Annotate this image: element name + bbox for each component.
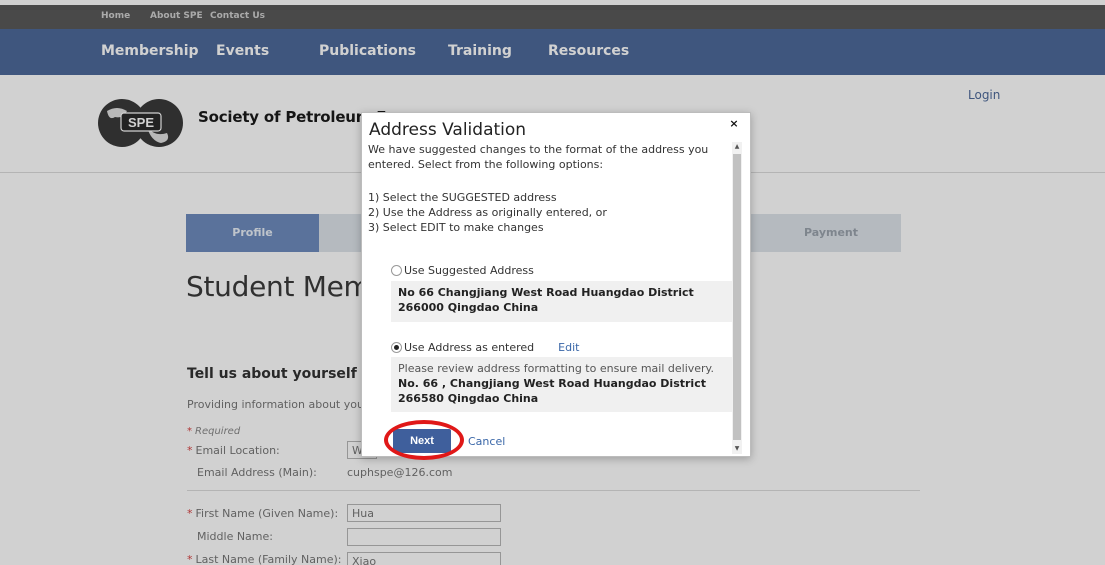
dialog-intro: We have suggested changes to the format … [368,143,709,171]
options-list: 1) Select the SUGGESTED address 2) Use t… [368,190,734,235]
scroll-up-icon[interactable]: ▲ [732,142,742,152]
dialog-body: We have suggested changes to the format … [368,142,734,454]
cancel-link[interactable]: Cancel [468,435,505,448]
suggested-line-1: No 66 Changjiang West Road Huangdao Dist… [398,286,694,299]
suggested-address-option[interactable]: Use Suggested Address [391,264,534,277]
entered-radio-label: Use Address as entered [404,341,535,354]
scroll-thumb[interactable] [733,154,741,440]
entered-radio[interactable] [391,342,402,353]
entered-address-box: Please review address formatting to ensu… [391,357,734,412]
option-2: 2) Use the Address as originally entered… [368,206,607,219]
address-validation-dialog: Address Validation × We have suggested c… [361,112,751,457]
next-button[interactable]: Next [393,429,451,453]
suggested-address-box: No 66 Changjiang West Road Huangdao Dist… [391,281,734,322]
suggested-line-2: 266000 Qingdao China [398,301,539,314]
scroll-down-icon[interactable]: ▼ [732,444,742,454]
close-icon[interactable]: × [726,116,742,132]
entered-line-1: No. 66 , Changjiang West Road Huangdao D… [398,377,706,390]
suggested-radio-label: Use Suggested Address [404,264,534,277]
entered-address-option[interactable]: Use Address as entered Edit [391,341,579,354]
entered-note: Please review address formatting to ensu… [398,362,714,375]
option-1: 1) Select the SUGGESTED address [368,191,557,204]
suggested-radio[interactable] [391,265,402,276]
dialog-title: Address Validation [369,120,527,140]
entered-line-2: 266580 Qingdao China [398,392,539,405]
dialog-scrollbar[interactable]: ▲ ▼ [732,142,742,454]
option-3: 3) Select EDIT to make changes [368,221,544,234]
edit-link[interactable]: Edit [558,341,579,354]
